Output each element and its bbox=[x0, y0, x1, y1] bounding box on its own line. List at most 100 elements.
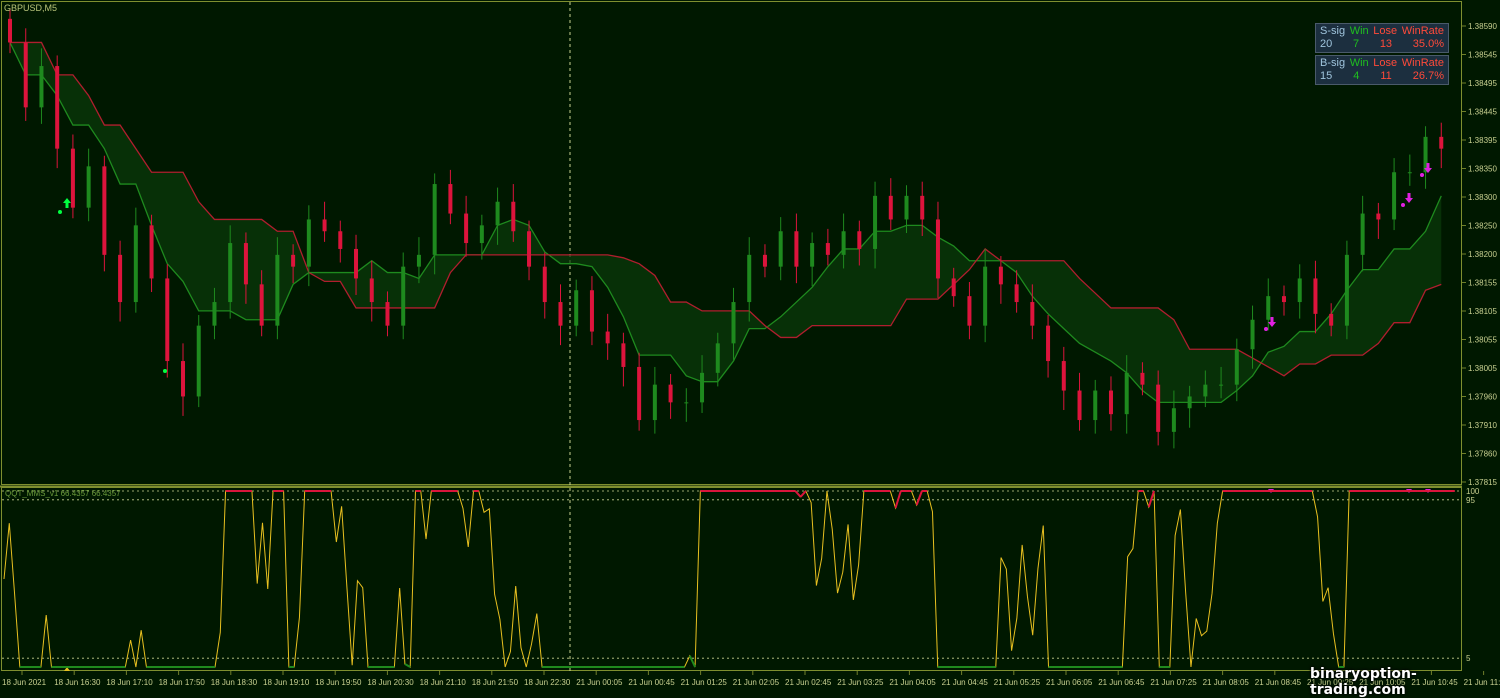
time-tick-label: 21 Jun 06:45 bbox=[1098, 678, 1145, 687]
candle-body bbox=[983, 266, 988, 326]
candle-body bbox=[181, 361, 186, 397]
time-tick-label: 21 Jun 08:05 bbox=[1203, 678, 1250, 687]
time-tick-label: 21 Jun 00:45 bbox=[628, 678, 675, 687]
time-tick-label: 21 Jun 03:25 bbox=[837, 678, 884, 687]
candle-body bbox=[1329, 313, 1334, 326]
price-tick-label: 1.38590 bbox=[1468, 22, 1497, 31]
candle-body bbox=[527, 231, 532, 267]
candle-body bbox=[778, 231, 783, 267]
candle-body bbox=[951, 278, 956, 297]
sell-dot bbox=[1420, 173, 1424, 177]
candle-body bbox=[354, 248, 359, 279]
candle-body bbox=[86, 166, 91, 208]
candle-body bbox=[542, 266, 547, 303]
candle-body bbox=[574, 290, 579, 326]
buy-head-lose: Lose bbox=[1373, 57, 1398, 69]
candle-body bbox=[1077, 390, 1082, 421]
symbol-label: GBPUSD,M5 bbox=[4, 3, 58, 13]
candle-body bbox=[998, 266, 1003, 285]
candle-body bbox=[1297, 278, 1302, 303]
candle-body bbox=[605, 331, 610, 344]
candle-body bbox=[558, 302, 563, 326]
candle-body bbox=[1266, 296, 1271, 320]
candle-body bbox=[39, 66, 44, 108]
time-tick-label: 18 Jun 18:30 bbox=[211, 678, 258, 687]
time-tick-label: 18 Jun 19:50 bbox=[315, 678, 362, 687]
candle-body bbox=[652, 384, 657, 421]
candle-body bbox=[1234, 349, 1239, 385]
candle-body bbox=[825, 243, 830, 255]
candle-body bbox=[511, 201, 516, 232]
sell-win: 7 bbox=[1352, 38, 1360, 50]
time-tick-label: 21 Jun 05:25 bbox=[994, 678, 1041, 687]
candle-body bbox=[794, 231, 799, 267]
buy-head-rate: WinRate bbox=[1401, 57, 1444, 69]
candle-body bbox=[1093, 390, 1098, 421]
time-tick-label: 18 Jun 21:10 bbox=[420, 678, 467, 687]
buy-head: B-sig bbox=[1320, 57, 1346, 69]
candle-body bbox=[1250, 319, 1255, 350]
candle-body bbox=[700, 372, 705, 403]
candle-body bbox=[684, 402, 689, 404]
candle-body bbox=[1061, 361, 1066, 391]
candle-body bbox=[1281, 296, 1286, 303]
candle-body bbox=[369, 278, 374, 303]
stats-panel: S-sig Win Lose WinRate 20 7 13 35.0% B-s… bbox=[1315, 23, 1449, 87]
sell-stats: S-sig Win Lose WinRate 20 7 13 35.0% bbox=[1315, 23, 1449, 53]
sell-head-lose: Lose bbox=[1373, 25, 1398, 37]
buy-head-win: Win bbox=[1349, 57, 1369, 69]
candle-body bbox=[888, 195, 893, 220]
candle-body bbox=[8, 18, 12, 43]
candle-body bbox=[1014, 284, 1019, 303]
time-tick-label: 18 Jun 17:50 bbox=[159, 678, 206, 687]
candle-body bbox=[967, 296, 972, 326]
candle-body bbox=[338, 231, 343, 249]
candle-body bbox=[762, 254, 767, 267]
price-tick-label: 1.38300 bbox=[1468, 193, 1497, 202]
buy-lose: 11 bbox=[1380, 70, 1392, 82]
osc-tick-label: 100 bbox=[1466, 487, 1480, 496]
time-tick-label: 21 Jun 00:05 bbox=[576, 678, 623, 687]
candle-body bbox=[401, 266, 406, 326]
time-tick-label: 21 Jun 06:05 bbox=[1046, 678, 1093, 687]
price-tick-label: 1.38545 bbox=[1468, 51, 1497, 60]
candle-body bbox=[196, 325, 201, 397]
time-tick-label: 21 Jun 02:45 bbox=[785, 678, 832, 687]
candle-body bbox=[479, 225, 484, 244]
candle-body bbox=[118, 254, 123, 303]
candle-body bbox=[102, 166, 107, 255]
candle-body bbox=[385, 302, 390, 326]
price-tick-label: 1.37860 bbox=[1468, 450, 1497, 459]
price-tick-label: 1.38250 bbox=[1468, 222, 1497, 231]
price-tick-label: 1.38495 bbox=[1468, 79, 1497, 88]
time-tick-label: 18 Jun 21:50 bbox=[472, 678, 519, 687]
candle-body bbox=[70, 148, 75, 208]
candle-body bbox=[1344, 254, 1349, 326]
time-tick-label: 21 Jun 02:05 bbox=[733, 678, 780, 687]
sell-head-win: Win bbox=[1349, 25, 1369, 37]
candle-body bbox=[1219, 384, 1224, 386]
candle-body bbox=[165, 278, 170, 362]
candle-body bbox=[1392, 172, 1397, 220]
price-tick-label: 1.38445 bbox=[1468, 108, 1497, 117]
sell-count: 20 bbox=[1320, 38, 1333, 50]
candle-body bbox=[149, 225, 154, 279]
price-tick-label: 1.38395 bbox=[1468, 136, 1497, 145]
candle-body bbox=[291, 254, 296, 267]
candle-body bbox=[731, 302, 736, 344]
candle-body bbox=[810, 243, 815, 267]
price-tick-label: 1.38055 bbox=[1468, 336, 1497, 345]
candle-body bbox=[589, 290, 594, 332]
candle-body bbox=[448, 184, 453, 214]
candle-body bbox=[1140, 372, 1145, 385]
candle-body bbox=[841, 231, 846, 255]
buy-count: 15 bbox=[1320, 70, 1333, 82]
time-tick-label: 21 Jun 04:45 bbox=[942, 678, 989, 687]
candle-body bbox=[904, 195, 909, 220]
candle-body bbox=[55, 66, 60, 149]
time-tick-label: 18 Jun 2021 bbox=[2, 678, 47, 687]
time-tick-label: 18 Jun 19:10 bbox=[263, 678, 310, 687]
price-tick-label: 1.37960 bbox=[1468, 393, 1497, 402]
candle-body bbox=[495, 201, 500, 226]
chart-canvas: 10095 5 1.38590 1.38545 1.38495 1.38445 1.383… bbox=[0, 0, 1500, 690]
